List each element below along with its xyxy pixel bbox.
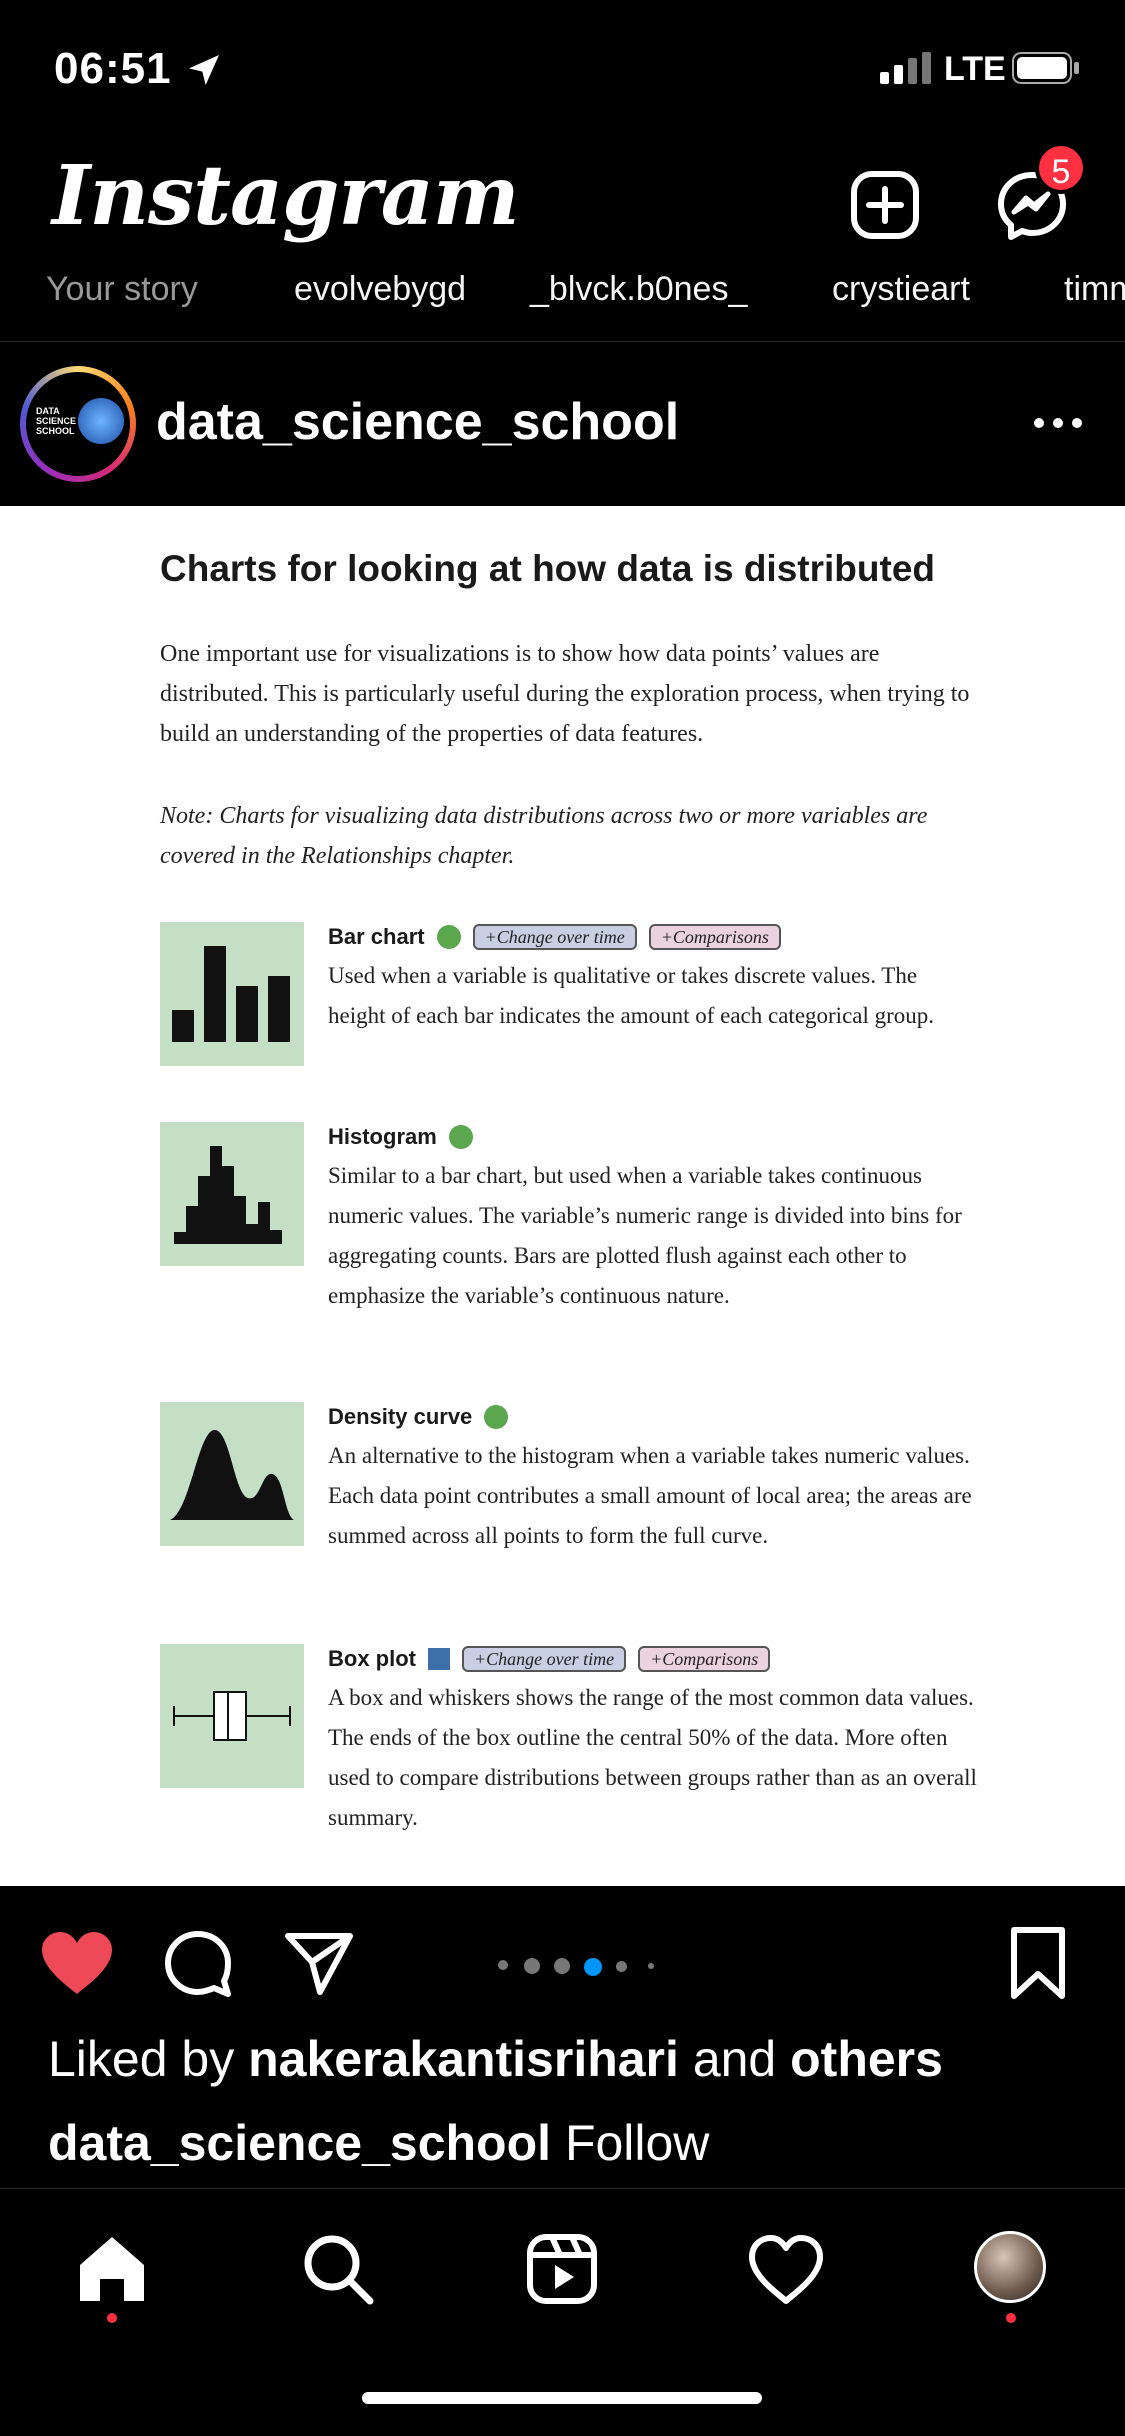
story-label[interactable]: crystieart (832, 270, 970, 309)
app-header: Instagram (0, 140, 1125, 280)
carousel-dot (498, 1960, 508, 1970)
chart-item-histogram: Histogram Similar to a bar chart, but us… (160, 1120, 980, 1360)
item-description: Similar to a bar chart, but used when a … (328, 1163, 962, 1308)
brain-logo-icon (78, 398, 124, 444)
new-post-icon[interactable] (850, 170, 920, 240)
story-label[interactable]: Your story (46, 270, 198, 309)
tag-change-over-time: +Change over time (472, 924, 637, 950)
carousel-dot-active (584, 1958, 602, 1976)
profile-notification-dot (1006, 2313, 1016, 2323)
post-avatar[interactable]: DATA SCIENCE SCHOOL (20, 366, 136, 482)
green-dot-icon (484, 1405, 509, 1429)
item-name: Density curve (328, 1404, 473, 1429)
story-label[interactable]: timm (1064, 270, 1125, 309)
more-dot (1034, 418, 1044, 428)
story-label[interactable]: _blvck.b0nes_ (530, 270, 747, 309)
comment-icon[interactable] (164, 1930, 232, 1998)
doc-intro: One important use for visualizations is … (160, 641, 970, 747)
story-label[interactable]: evolvebygd (294, 270, 466, 309)
carousel-dot (648, 1963, 654, 1969)
liked-by-user[interactable]: nakerakantisrihari (248, 2031, 679, 2087)
item-heading: Box plot +Change over time +Comparisons (328, 1642, 771, 1676)
liked-by-and: and (678, 2031, 791, 2087)
network-type: LTE (944, 50, 1006, 88)
item-name: Bar chart (328, 924, 425, 949)
post-header: DATA SCIENCE SCHOOL data_science_school (0, 342, 1125, 506)
item-heading: Histogram (328, 1120, 473, 1154)
chart-item-box-plot: Box plot +Change over time +Comparisons … (160, 1642, 980, 1842)
stories-strip: Your story evolvebygd _blvck.b0nes_ crys… (0, 266, 1125, 342)
signal-icon (880, 52, 931, 84)
item-name: Box plot (328, 1646, 416, 1671)
caption-username[interactable]: data_science_school (48, 2115, 551, 2171)
post-username[interactable]: data_science_school (156, 392, 679, 452)
home-active-dot (107, 2313, 117, 2323)
like-heart-icon[interactable] (40, 1930, 114, 1996)
carousel-dot (554, 1958, 570, 1974)
status-time: 06:51 (54, 44, 172, 93)
item-description: Used when a variable is qualitative or t… (328, 963, 935, 1028)
save-bookmark-icon[interactable] (1008, 1926, 1068, 2000)
item-description: A box and whiskers shows the range of th… (328, 1685, 977, 1830)
item-heading: Bar chart +Change over time +Comparisons (328, 920, 781, 954)
green-dot-icon (448, 1125, 473, 1149)
likes-line: Liked by nakerakantisrihari and others (48, 2030, 943, 2088)
home-indicator (362, 2392, 762, 2404)
chart-item-bar-chart: Bar chart +Change over time +Comparisons… (160, 920, 980, 1080)
chart-item-density-curve: Density curve An alternative to the hist… (160, 1400, 980, 1600)
instagram-logo[interactable]: Instagram (52, 148, 520, 244)
blue-square-icon (428, 1648, 450, 1670)
share-icon[interactable] (284, 1930, 354, 1996)
doc-title: Charts for looking at how data is distri… (160, 548, 935, 589)
item-description: An alternative to the histogram when a v… (328, 1443, 972, 1548)
avatar-image: DATA SCIENCE SCHOOL (26, 372, 130, 476)
profile-avatar[interactable] (974, 2231, 1046, 2303)
reels-icon[interactable] (522, 2229, 602, 2309)
carousel-indicator (496, 1950, 656, 1976)
search-icon[interactable] (298, 2229, 378, 2309)
location-arrow-icon (189, 55, 219, 85)
avatar-logo-text: DATA SCIENCE SCHOOL (36, 406, 77, 436)
post-actions (0, 1886, 1125, 2026)
histogram-thumbnail (160, 1122, 304, 1266)
tag-comparisons: +Comparisons (648, 924, 781, 950)
density-curve-thumbnail (160, 1402, 304, 1546)
green-dot-icon (436, 925, 461, 949)
battery-icon (1012, 52, 1079, 84)
carousel-dot (524, 1958, 540, 1974)
post-image[interactable]: Charts for looking at how data is distri… (0, 506, 1125, 1886)
liked-by-others[interactable]: others (790, 2031, 943, 2087)
carousel-dot (616, 1961, 627, 1972)
more-dot (1053, 418, 1063, 428)
doc-note: Note: Charts for visualizing data distri… (160, 803, 928, 869)
status-bar: 06:51 LTE (0, 0, 1125, 140)
home-icon[interactable] (72, 2229, 152, 2309)
box-plot-thumbnail (160, 1644, 304, 1788)
item-name: Histogram (328, 1124, 437, 1149)
more-dot (1072, 418, 1082, 428)
bar-chart-thumbnail (160, 922, 304, 1066)
more-options-icon[interactable] (1030, 402, 1086, 442)
liked-by-prefix: Liked by (48, 2031, 249, 2087)
tag-change-over-time: +Change over time (462, 1646, 627, 1672)
tag-comparisons: +Comparisons (638, 1646, 771, 1672)
activity-heart-icon[interactable] (746, 2229, 826, 2309)
follow-link[interactable]: Follow (565, 2115, 709, 2171)
caption-line: data_science_school Follow (48, 2114, 709, 2172)
item-heading: Density curve (328, 1400, 509, 1434)
notification-badge: 5 (1035, 142, 1087, 194)
